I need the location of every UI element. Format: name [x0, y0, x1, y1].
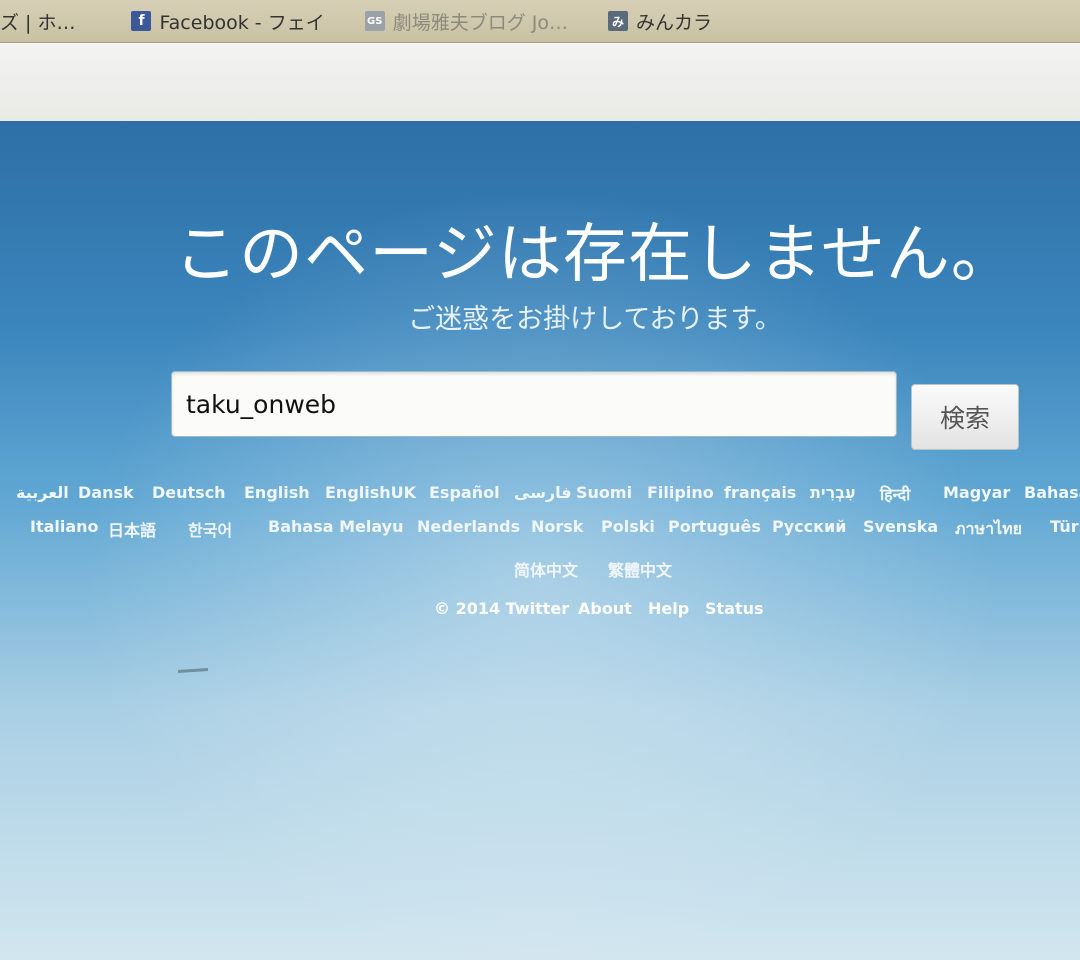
language-link[interactable]: 日本語 — [108, 517, 156, 541]
language-link[interactable]: Magyar — [943, 483, 1010, 502]
language-link[interactable]: 简体中文 — [514, 557, 578, 581]
language-link[interactable]: Русский — [772, 517, 846, 536]
bookmark-label: ズ | ホ… — [0, 11, 76, 34]
language-link[interactable]: فارسی — [514, 483, 572, 502]
page-subtitle: ご迷惑をお掛けしております。 — [408, 304, 782, 335]
language-link[interactable]: français — [724, 483, 796, 502]
language-link[interactable]: Polski — [601, 517, 655, 536]
footer-about-link[interactable]: About — [578, 599, 632, 618]
bookmark-minkara[interactable]: み みんカラ — [607, 8, 712, 35]
language-link[interactable]: Español — [429, 483, 500, 502]
screen-smudge — [177, 667, 209, 674]
language-list-row3: 简体中文 繁體中文 — [0, 557, 1080, 585]
minkara-icon: み — [607, 11, 628, 31]
language-link[interactable]: English — [244, 483, 310, 502]
language-link[interactable]: Filipino — [647, 483, 714, 502]
bookmark-item[interactable]: ズ | ホ… — [0, 8, 75, 35]
language-list-row1: العربية Dansk Deutsch English EnglishUK … — [0, 483, 1080, 511]
language-link[interactable]: עִבְרִית — [810, 483, 856, 502]
bookmark-label: Facebook - フェイ — [159, 11, 325, 34]
error-page: このページは存在しません。 ご迷惑をお掛けしております。 検索 العربية … — [0, 121, 1080, 960]
language-link[interactable]: EnglishUK — [325, 483, 416, 502]
browser-chrome-strip — [0, 43, 1080, 121]
language-link[interactable]: Deutsch — [152, 483, 226, 502]
footer-copyright: © 2014 Twitter — [434, 599, 570, 618]
language-link[interactable]: 繁體中文 — [608, 557, 672, 581]
language-link[interactable]: Bahasa Melayu — [268, 517, 403, 536]
search-input[interactable] — [171, 371, 897, 437]
language-link[interactable]: ภาษาไทย — [955, 517, 1022, 542]
language-link[interactable]: العربية — [16, 483, 69, 502]
bookmark-facebook[interactable]: f Facebook - フェイ — [131, 8, 325, 35]
language-link[interactable]: Norsk — [531, 517, 583, 536]
footer-help-link[interactable]: Help — [648, 599, 689, 618]
language-link[interactable]: हिन्दी — [880, 483, 910, 505]
language-list-row2: Italiano 日本語 한국어 Bahasa Melayu Nederland… — [0, 517, 1080, 545]
language-link[interactable]: 한국어 — [188, 517, 232, 541]
footer-status-link[interactable]: Status — [705, 599, 764, 618]
facebook-icon: f — [131, 11, 152, 31]
language-link[interactable]: Italiano — [30, 517, 99, 536]
gs-icon: GS — [364, 11, 385, 31]
footer: © 2014 Twitter About Help Status — [0, 599, 1080, 625]
language-link[interactable]: Bahasa — [1024, 483, 1080, 502]
language-link[interactable]: Português — [668, 517, 761, 536]
language-link[interactable]: Svenska — [863, 517, 938, 536]
search-button[interactable]: 検索 — [911, 384, 1019, 450]
bookmarks-bar: ズ | ホ… f Facebook - フェイ GS 劇場雅夫ブログ Jo… み… — [0, 0, 1080, 43]
language-link[interactable]: Türk — [1050, 517, 1080, 536]
bookmark-label: みんカラ — [635, 11, 712, 34]
bookmark-label: 劇場雅夫ブログ Jo… — [392, 11, 568, 34]
language-link[interactable]: Suomi — [576, 483, 632, 502]
language-link[interactable]: Dansk — [78, 483, 134, 502]
bookmark-blog[interactable]: GS 劇場雅夫ブログ Jo… — [364, 8, 568, 35]
page-title: このページは存在しません。 — [174, 218, 1016, 292]
language-link[interactable]: Nederlands — [417, 517, 520, 536]
